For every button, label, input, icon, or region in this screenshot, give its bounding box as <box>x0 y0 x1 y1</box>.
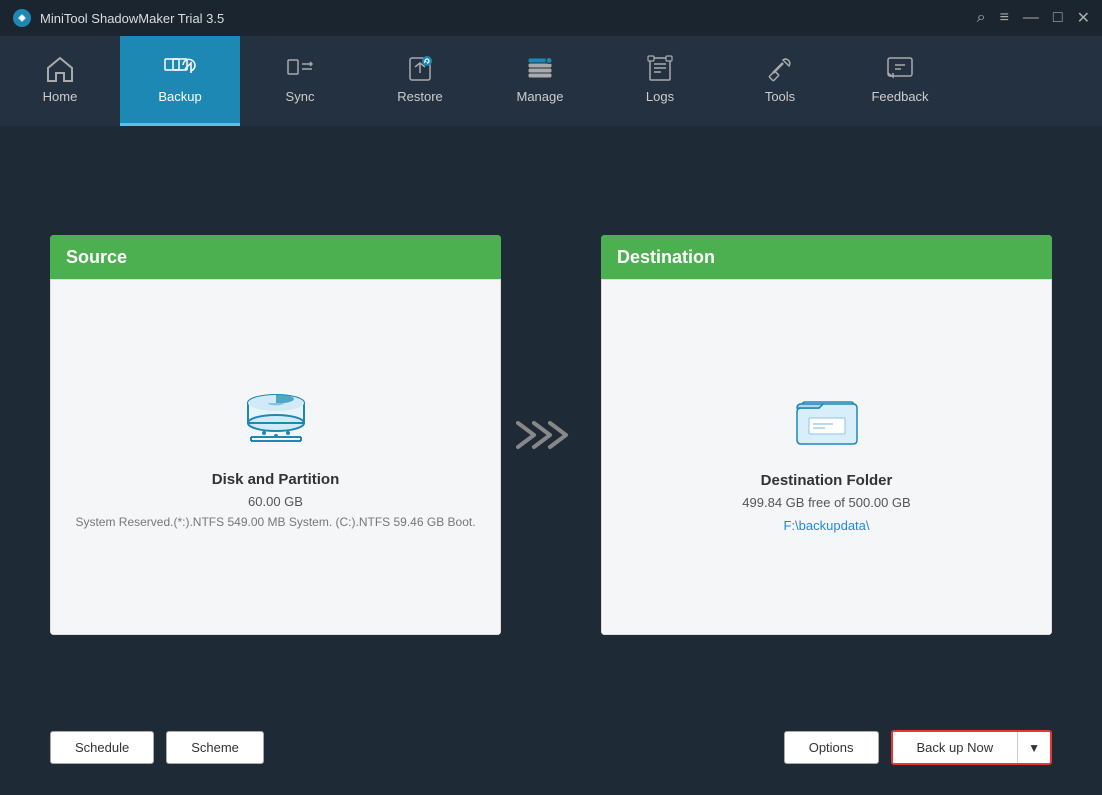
nav-item-backup[interactable]: Backup <box>120 36 240 126</box>
disk-icon-area <box>236 381 316 451</box>
destination-card-body[interactable]: Destination Folder 499.84 GB free of 500… <box>601 279 1052 635</box>
maximize-button[interactable]: □ <box>1053 9 1063 27</box>
destination-free-space: 499.84 GB free of 500.00 GB <box>742 495 910 510</box>
nav-item-sync[interactable]: Sync <box>240 36 360 126</box>
destination-card-header: Destination <box>601 235 1052 279</box>
backup-now-button[interactable]: Back up Now <box>893 732 1018 763</box>
backup-now-dropdown-button[interactable]: ▼ <box>1017 732 1050 763</box>
tools-icon <box>765 55 795 83</box>
destination-card[interactable]: Destination <box>601 235 1052 635</box>
nav-item-home[interactable]: Home <box>0 36 120 126</box>
disk-partition-icon <box>236 381 316 451</box>
nav-label-home: Home <box>43 89 78 104</box>
bottom-right-buttons: Options Back up Now ▼ <box>784 730 1052 765</box>
nav-label-tools: Tools <box>765 89 795 104</box>
backup-icon <box>163 55 197 83</box>
source-size: 60.00 GB <box>248 494 303 509</box>
folder-icon <box>787 382 867 452</box>
nav-label-sync: Sync <box>286 89 315 104</box>
close-button[interactable]: ✕ <box>1077 8 1090 28</box>
app-logo <box>12 8 32 28</box>
destination-path: F:\backupdata\ <box>784 518 870 533</box>
title-bar: MiniTool ShadowMaker Trial 3.5 ⌕ ≡ — □ ✕ <box>0 0 1102 36</box>
nav-label-backup: Backup <box>158 89 201 104</box>
scheme-button[interactable]: Scheme <box>166 731 264 764</box>
cards-row: Source <box>50 156 1052 714</box>
bottom-toolbar: Schedule Scheme Options Back up Now ▼ <box>50 714 1052 775</box>
nav-bar: Home Backup Sync <box>0 36 1102 126</box>
backup-now-group: Back up Now ▼ <box>891 730 1052 765</box>
destination-title: Destination Folder <box>761 472 893 489</box>
logs-icon <box>645 55 675 83</box>
main-content: Source <box>0 126 1102 795</box>
source-card-wrapper: Source <box>50 235 501 635</box>
nav-item-feedback[interactable]: Feedback <box>840 36 960 126</box>
title-controls: ⌕ ≡ — □ ✕ <box>977 8 1090 28</box>
sync-icon <box>285 55 315 83</box>
nav-label-logs: Logs <box>646 89 674 104</box>
title-bar-left: MiniTool ShadowMaker Trial 3.5 <box>12 8 224 28</box>
bottom-left-buttons: Schedule Scheme <box>50 731 264 764</box>
manage-icon <box>525 55 555 83</box>
nav-item-tools[interactable]: Tools <box>720 36 840 126</box>
nav-item-restore[interactable]: Restore <box>360 36 480 126</box>
search-button[interactable]: ⌕ <box>977 9 986 27</box>
nav-label-manage: Manage <box>517 89 564 104</box>
minimize-button[interactable]: — <box>1023 9 1039 27</box>
nav-label-feedback: Feedback <box>871 89 928 104</box>
source-card-header: Source <box>50 235 501 279</box>
source-card-body[interactable]: Disk and Partition 60.00 GB System Reser… <box>50 279 501 635</box>
options-button[interactable]: Options <box>784 731 879 764</box>
forward-arrows <box>516 415 586 455</box>
destination-card-wrapper: Destination <box>601 235 1052 635</box>
menu-button[interactable]: ≡ <box>1000 9 1009 27</box>
folder-icon-area <box>787 382 867 452</box>
nav-label-restore: Restore <box>397 89 443 104</box>
schedule-button[interactable]: Schedule <box>50 731 154 764</box>
source-detail: System Reserved.(*:).NTFS 549.00 MB Syst… <box>75 513 475 532</box>
arrow-section <box>501 415 601 455</box>
source-card[interactable]: Source <box>50 235 501 635</box>
nav-item-manage[interactable]: Manage <box>480 36 600 126</box>
app-title: MiniTool ShadowMaker Trial 3.5 <box>40 11 224 26</box>
nav-item-logs[interactable]: Logs <box>600 36 720 126</box>
feedback-icon <box>885 55 915 83</box>
home-icon <box>45 55 75 83</box>
restore-icon <box>405 55 435 83</box>
destination-header-label: Destination <box>617 247 715 268</box>
source-title: Disk and Partition <box>212 471 340 488</box>
source-header-label: Source <box>66 247 127 268</box>
